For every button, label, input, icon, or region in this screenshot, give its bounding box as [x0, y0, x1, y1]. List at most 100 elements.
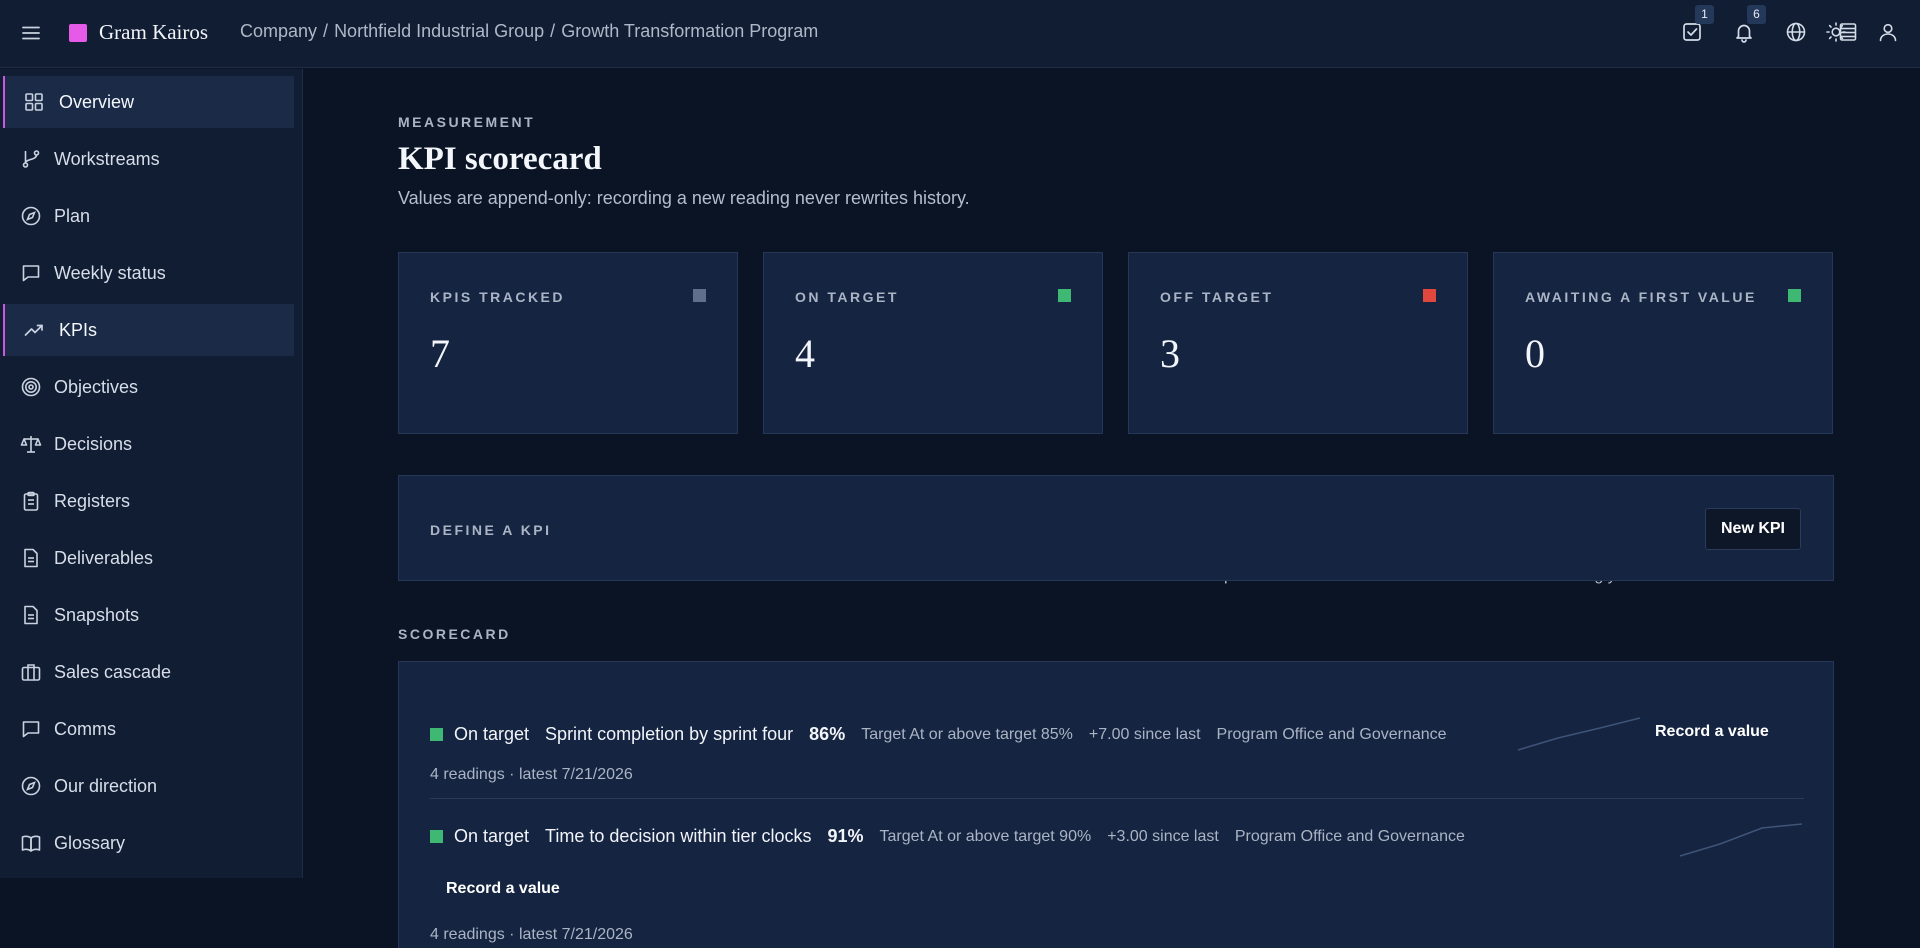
- main-content: MEASUREMENT KPI scorecard Values are app…: [304, 69, 1920, 948]
- breadcrumb-company[interactable]: Company: [240, 21, 317, 42]
- sidebar-item-sales-cascade[interactable]: Sales cascade: [3, 646, 294, 698]
- record-value-button[interactable]: Record a value: [430, 872, 576, 906]
- record-value-button[interactable]: Record a value: [1639, 715, 1785, 749]
- sidebar-item-overview[interactable]: Overview: [3, 76, 294, 128]
- sidebar-item-snapshots[interactable]: Snapshots: [3, 589, 294, 641]
- stat-label: KPIS TRACKED: [430, 289, 566, 305]
- notifications-button[interactable]: 6: [1733, 5, 1766, 43]
- kpi-row: On target Time to decision within tier c…: [430, 816, 1804, 948]
- kpi-status-indicator: [430, 830, 443, 843]
- sidebar-item-label: Weekly status: [54, 262, 166, 283]
- stat-value: 4: [795, 331, 815, 376]
- kpi-delta: +7.00 since last: [1088, 725, 1201, 743]
- tasks-badge: 1: [1695, 5, 1714, 24]
- kpi-name[interactable]: Sprint completion by sprint four: [545, 724, 793, 745]
- sidebar-item-objectives[interactable]: Objectives: [3, 361, 294, 413]
- stat-label: AWAITING A FIRST VALUE: [1525, 289, 1757, 305]
- sidebar-item-kpis[interactable]: KPIs: [3, 304, 294, 356]
- brand-logo-icon: [69, 23, 87, 42]
- trend-icon: [24, 324, 43, 336]
- task-check-icon: [1683, 23, 1701, 41]
- sidebar-item-decisions[interactable]: Decisions: [3, 418, 294, 470]
- row-divider: [430, 798, 1804, 799]
- page-subtitle: Values are append-only: recording a new …: [398, 188, 970, 208]
- kpi-readings-summary: 4 readings · latest 7/21/2026: [430, 766, 633, 783]
- stat-indicator: [1058, 289, 1071, 302]
- compass-icon: [21, 206, 41, 226]
- kpi-target: Target At or above target 85%: [861, 725, 1073, 743]
- kpi-row-summary: On target Sprint completion by sprint fo…: [430, 724, 1463, 745]
- sidebar-item-plan[interactable]: Plan: [3, 190, 294, 242]
- theme-toggle-button[interactable]: [1825, 21, 1847, 43]
- kpi-name[interactable]: Time to decision within tier clocks: [545, 826, 811, 847]
- language-button[interactable]: [1785, 21, 1807, 43]
- stat-card-on-target: ON TARGET 4 7 measured: [763, 252, 1103, 584]
- sidebar-item-weekly-status[interactable]: Weekly status: [3, 247, 294, 299]
- scorecard-heading: SCORECARD: [398, 626, 511, 642]
- briefcase-icon: [21, 664, 41, 681]
- brand-name: Gram Kairos: [99, 20, 209, 44]
- sidebar-item-our-direction[interactable]: Our direction: [3, 760, 294, 812]
- breadcrumb-separator: /: [323, 21, 329, 41]
- breadcrumb: Company / Northfield Industrial Group / …: [240, 21, 818, 42]
- sidebar-item-label: Snapshots: [54, 604, 140, 625]
- stat-label: OFF TARGET: [1160, 289, 1274, 305]
- menu-icon[interactable]: [20, 22, 42, 44]
- stat-label: ON TARGET: [795, 289, 899, 305]
- sidebar-item-workstreams[interactable]: Workstreams: [3, 133, 294, 185]
- stat-indicator: [1788, 289, 1801, 302]
- message-icon: [22, 265, 40, 282]
- kpi-owner: Program Office and Governance: [1216, 725, 1447, 743]
- profile-button[interactable]: [1877, 21, 1899, 43]
- brand[interactable]: Gram Kairos: [69, 20, 208, 45]
- stat-value: 7: [430, 331, 450, 376]
- book-icon: [21, 835, 41, 852]
- new-kpi-button[interactable]: New KPI: [1704, 508, 1801, 550]
- sidebar-item-registers[interactable]: Registers: [3, 475, 294, 527]
- sidebar-item-glossary[interactable]: Glossary: [3, 817, 294, 869]
- breadcrumb-separator: /: [550, 21, 556, 41]
- stat-card-off-target: OFF TARGET 3 Needs a plan: [1128, 252, 1468, 584]
- page-eyebrow: MEASUREMENT: [398, 114, 536, 130]
- stat-card-awaiting-first-value: AWAITING A FIRST VALUE 0 No reading yet: [1493, 252, 1833, 584]
- kpi-status: On target: [454, 724, 530, 744]
- sidebar-item-label: KPIs: [59, 319, 98, 340]
- document-icon: [24, 605, 38, 625]
- sidebar-item-label: Deliverables: [54, 547, 154, 568]
- kpi-readings-summary: 4 readings · latest 7/21/2026: [430, 926, 633, 943]
- globe-icon: [1786, 22, 1806, 42]
- kpi-sparkline: [1517, 717, 1641, 751]
- bell-icon: [1736, 24, 1752, 43]
- tasks-button[interactable]: 1: [1681, 5, 1714, 43]
- stat-indicator: [693, 289, 706, 302]
- breadcrumb-org[interactable]: Northfield Industrial Group: [334, 21, 544, 42]
- grid-icon: [25, 93, 43, 111]
- kpi-owner: Program Office and Governance: [1234, 827, 1465, 845]
- kpi-status: On target: [454, 826, 530, 846]
- kpi-value: 86%: [809, 724, 846, 744]
- sidebar-item-label: Glossary: [54, 832, 126, 853]
- target-icon: [21, 377, 41, 397]
- sidebar-item-label: Comms: [54, 718, 116, 739]
- breadcrumb-program[interactable]: Growth Transformation Program: [561, 21, 818, 42]
- top-bar: Gram Kairos Company / Northfield Industr…: [0, 0, 1920, 68]
- sidebar-item-label: Our direction: [54, 775, 158, 796]
- stat-value: 3: [1160, 331, 1180, 376]
- sidebar-item-label: Overview: [59, 91, 135, 112]
- define-kpi-panel: DEFINE A KPI New KPI: [398, 475, 1834, 581]
- sidebar-item-label: Sales cascade: [54, 661, 172, 682]
- kpi-delta: +3.00 since last: [1107, 827, 1219, 845]
- compass-icon: [21, 776, 41, 796]
- branch-icon: [22, 150, 40, 168]
- stat-indicator: [1423, 289, 1436, 302]
- scorecard-panel: On target Sprint completion by sprint fo…: [398, 661, 1834, 948]
- sidebar-item-label: Plan: [54, 205, 91, 226]
- sidebar-item-label: Workstreams: [54, 148, 160, 169]
- kpi-target: Target At or above target 90%: [879, 827, 1092, 845]
- sidebar-item-comms[interactable]: Comms: [3, 703, 294, 755]
- sidebar-item-label: Registers: [54, 490, 131, 511]
- document-icon: [24, 548, 38, 568]
- sidebar-item-deliverables[interactable]: Deliverables: [3, 532, 294, 584]
- sidebar: Overview Workstreams Plan Weekly status …: [0, 69, 303, 878]
- kpi-sparkline: [1679, 823, 1803, 857]
